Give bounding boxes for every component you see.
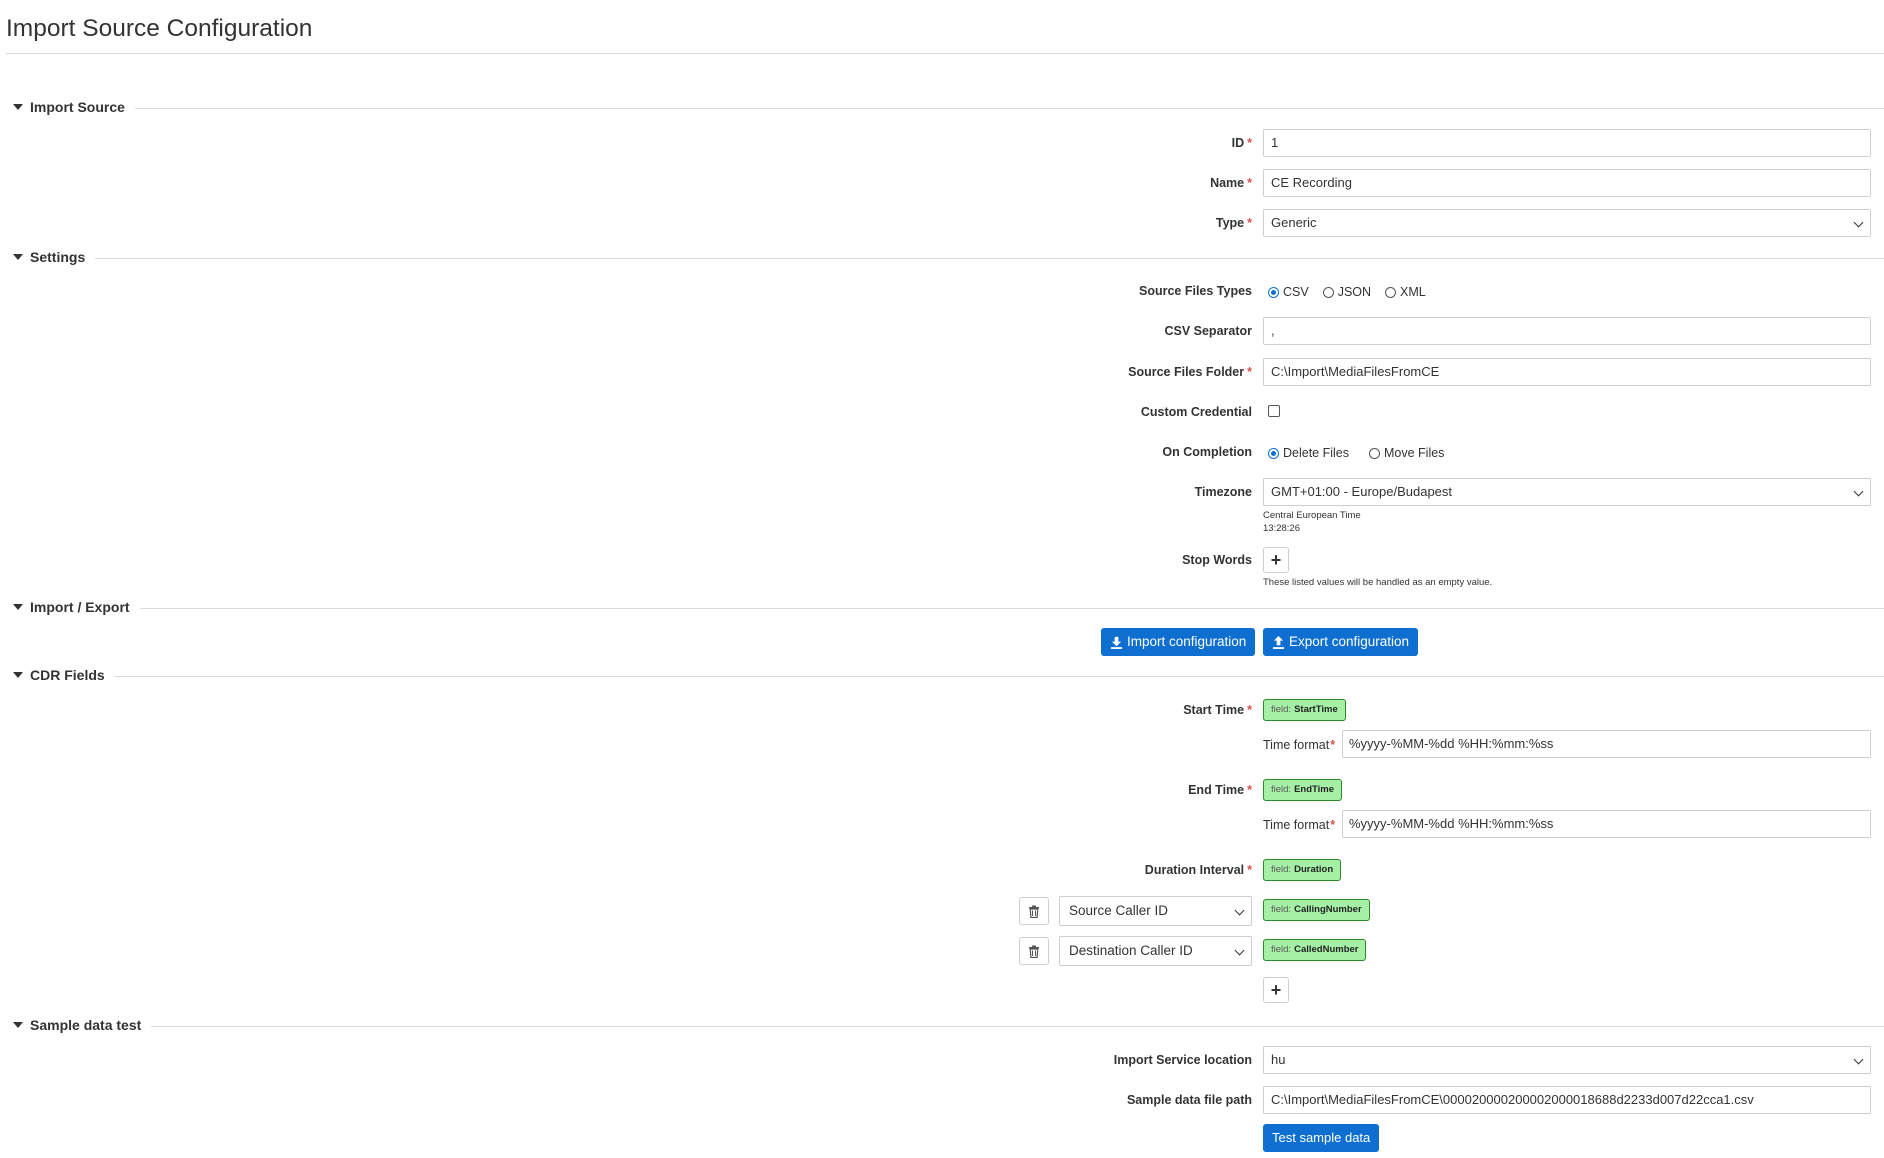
download-icon — [1110, 636, 1123, 649]
start-time-field-tag[interactable]: field: StartTime — [1263, 699, 1346, 721]
end-time-format-input[interactable]: %yyyy-%MM-%dd %HH:%mm:%ss — [1342, 810, 1871, 838]
type-select[interactable]: Generic — [1263, 209, 1871, 237]
section-title: Import / Export — [30, 599, 130, 615]
source-caller-id-select[interactable]: Source Caller ID — [1059, 896, 1252, 926]
calling-number-field-tag[interactable]: field: CallingNumber — [1263, 899, 1370, 921]
source-files-folder-label: Source Files Folder * — [1128, 365, 1252, 379]
start-time-format-input[interactable]: %yyyy-%MM-%dd %HH:%mm:%ss — [1342, 730, 1871, 758]
trash-icon — [1029, 945, 1039, 958]
source-files-types-radio-group: CSV JSON XML — [1268, 285, 1440, 299]
duration-field-tag[interactable]: field: Duration — [1263, 859, 1342, 881]
import-configuration-button[interactable]: Import configuration — [1101, 628, 1256, 656]
destination-caller-id-select[interactable]: Destination Caller ID — [1059, 936, 1252, 966]
caret-down-icon[interactable] — [13, 604, 23, 610]
start-time-format-label: Time format* — [1263, 738, 1336, 752]
radio-option-move-files[interactable]: Move Files — [1369, 446, 1444, 460]
radio-button[interactable] — [1268, 447, 1279, 459]
section-divider — [114, 675, 1884, 677]
radio-button[interactable] — [1268, 286, 1279, 298]
service-location-value: hu — [1271, 1052, 1286, 1067]
section-divider — [151, 1025, 1884, 1027]
name-label: Name * — [1210, 176, 1252, 190]
delete-mapping-button[interactable] — [1019, 937, 1049, 965]
add-mapping-button[interactable]: + — [1263, 977, 1289, 1003]
end-time-label: End Time * — [1188, 783, 1252, 797]
page-title: Import Source Configuration — [6, 15, 313, 42]
source-files-types-label: Source Files Types — [1138, 284, 1252, 298]
timezone-name: Central European Time — [1263, 510, 1361, 521]
csv-separator-input[interactable]: , — [1263, 317, 1871, 345]
timezone-select[interactable]: GMT+01:00 - Europe/Budapest — [1263, 478, 1871, 506]
caret-down-icon[interactable] — [13, 672, 23, 678]
import-service-location-select[interactable]: hu — [1263, 1046, 1871, 1074]
section-divider — [95, 257, 1884, 259]
title-divider — [6, 53, 1884, 54]
radio-option-json[interactable]: JSON — [1322, 285, 1371, 299]
radio-button[interactable] — [1369, 447, 1380, 459]
stop-words-hint: These listed values will be handled as a… — [1263, 577, 1493, 588]
section-title: Sample data test — [30, 1017, 142, 1033]
on-completion-radio-group: Delete Files Move Files — [1268, 446, 1458, 460]
caret-down-icon[interactable] — [13, 104, 23, 110]
export-configuration-button[interactable]: Export configuration — [1263, 628, 1419, 656]
section-settings[interactable]: Settings — [13, 247, 1884, 267]
radio-option-delete-files[interactable]: Delete Files — [1268, 446, 1349, 460]
id-input[interactable]: 1 — [1263, 129, 1871, 157]
source-files-folder-input[interactable]: C:\Import\MediaFilesFromCE — [1263, 358, 1871, 386]
stop-words-label: Stop Words — [1182, 553, 1252, 567]
custom-credential-label: Custom Credential — [1140, 405, 1252, 419]
type-label: Type * — [1215, 216, 1252, 230]
timezone-select-value: GMT+01:00 - Europe/Budapest — [1271, 484, 1453, 499]
plus-icon: + — [1270, 550, 1282, 570]
sample-data-file-path-input[interactable]: C:\Import\MediaFilesFromCE\0000200002000… — [1263, 1086, 1871, 1114]
trash-icon — [1029, 905, 1039, 918]
test-sample-data-button[interactable]: Test sample data — [1263, 1124, 1380, 1152]
custom-credential-checkbox[interactable] — [1268, 405, 1280, 417]
section-title: Import Source — [30, 99, 125, 115]
sample-data-file-path-label: Sample data file path — [1126, 1093, 1252, 1107]
chevron-down-icon — [1234, 945, 1245, 956]
chevron-down-icon — [1853, 217, 1864, 228]
add-stop-word-button[interactable]: + — [1263, 547, 1289, 573]
type-select-value: Generic — [1271, 215, 1317, 230]
chevron-down-icon — [1853, 1054, 1864, 1065]
timezone-time: 13:28:26 — [1263, 523, 1300, 534]
section-import-export[interactable]: Import / Export — [13, 597, 1884, 617]
called-number-field-tag[interactable]: field: CalledNumber — [1263, 939, 1367, 961]
id-label: ID * — [1231, 136, 1252, 150]
section-title: Settings — [30, 249, 86, 265]
chevron-down-icon — [1853, 486, 1864, 497]
radio-option-xml[interactable]: XML — [1385, 285, 1426, 299]
plus-icon: + — [1270, 980, 1282, 1000]
name-input[interactable]: CE Recording — [1263, 169, 1871, 197]
import-service-location-label: Import Service location — [1113, 1053, 1252, 1067]
section-cdr-fields[interactable]: CDR Fields — [13, 665, 1884, 685]
section-title: CDR Fields — [30, 667, 105, 683]
end-time-format-label: Time format* — [1263, 818, 1336, 832]
on-completion-label: On Completion — [1162, 445, 1252, 459]
timezone-label: Timezone — [1194, 485, 1252, 499]
section-divider — [134, 107, 1884, 109]
section-sample-data-test[interactable]: Sample data test — [13, 1015, 1884, 1035]
caret-down-icon[interactable] — [13, 254, 23, 260]
radio-button[interactable] — [1322, 286, 1334, 298]
radio-option-csv[interactable]: CSV — [1268, 285, 1309, 299]
duration-interval-label: Duration Interval * — [1144, 863, 1252, 877]
start-time-label: Start Time * — [1183, 703, 1252, 717]
end-time-field-tag[interactable]: field: EndTime — [1263, 779, 1343, 801]
caret-down-icon[interactable] — [13, 1022, 23, 1028]
chevron-down-icon — [1234, 905, 1245, 916]
radio-button[interactable] — [1385, 286, 1397, 298]
delete-mapping-button[interactable] — [1019, 897, 1049, 925]
upload-icon — [1272, 635, 1285, 649]
csv-separator-label: CSV Separator — [1164, 324, 1252, 338]
section-divider — [139, 607, 1884, 609]
section-import-source[interactable]: Import Source — [13, 97, 1884, 117]
